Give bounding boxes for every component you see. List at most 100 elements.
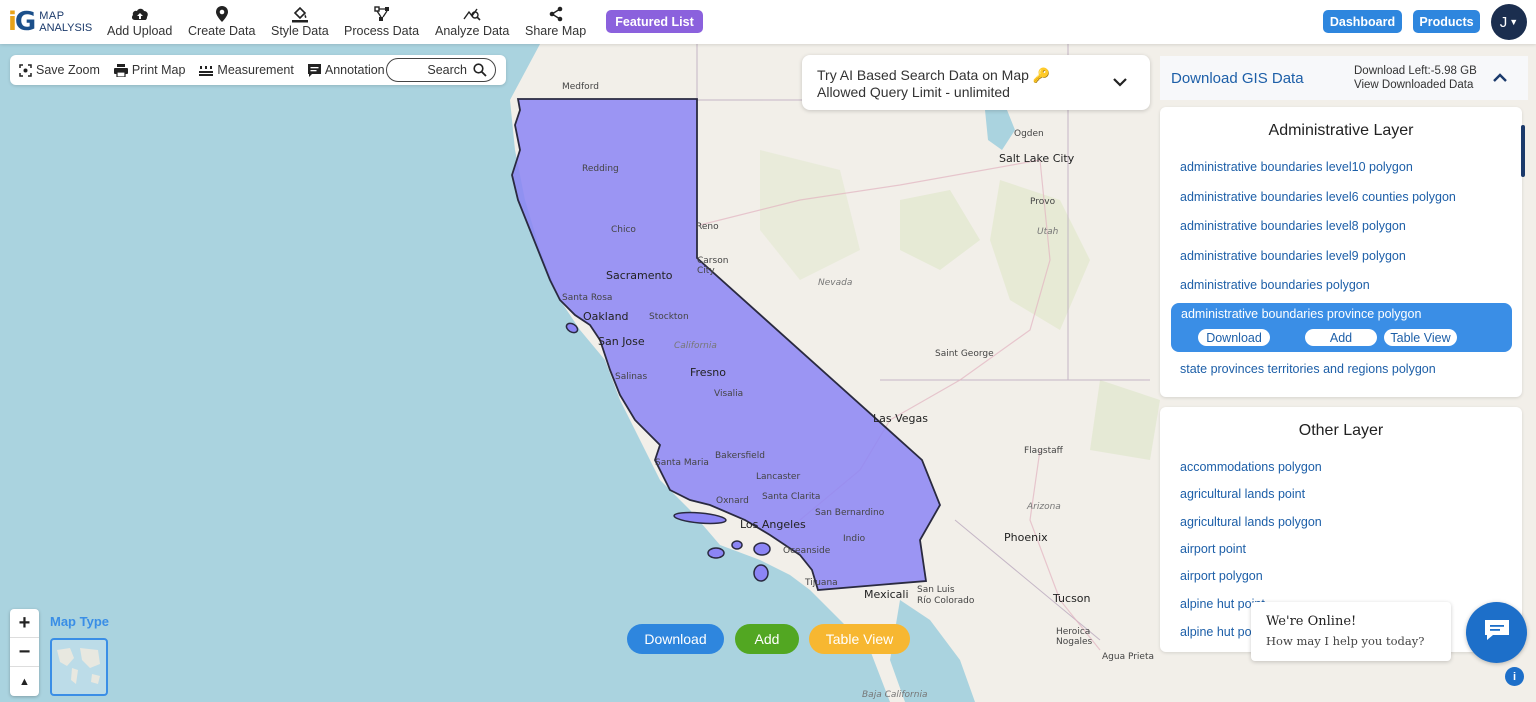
search-icon <box>473 63 487 80</box>
key-icon: 🔑 <box>1032 67 1051 83</box>
map-label-chico: Chico <box>611 225 636 235</box>
process-data-button[interactable]: Process Data <box>344 5 419 38</box>
map-label-indio: Indio <box>843 534 866 544</box>
cloud-upload-icon <box>131 5 149 23</box>
download-button[interactable]: Download <box>627 624 724 654</box>
map-label-utah: Utah <box>1037 227 1059 237</box>
measurement-label: Measurement <box>217 63 294 77</box>
app-logo[interactable]: iG MAP ANALYSIS <box>8 6 92 38</box>
zoom-out-button[interactable]: − <box>10 638 39 667</box>
products-button[interactable]: Products <box>1413 10 1480 33</box>
chat-title: We're Online! <box>1266 614 1357 629</box>
ai-search-title: Try AI Based Search Data on Map 🔑 <box>817 67 1051 83</box>
map-type-thumbnail[interactable] <box>50 638 108 696</box>
panel-header: Download GIS Data Download Left:-5.98 GB… <box>1160 56 1528 100</box>
view-downloaded-link[interactable]: View Downloaded Data <box>1354 78 1477 92</box>
create-data-button[interactable]: Create Data <box>188 5 255 38</box>
map-label-fresno: Fresno <box>690 366 727 379</box>
administrative-layer-title: Administrative Layer <box>1268 122 1414 139</box>
layer-item[interactable]: accommodations polygon <box>1180 460 1322 474</box>
layer-item[interactable]: agricultural lands polygon <box>1180 515 1322 529</box>
paint-bucket-icon <box>291 5 309 23</box>
user-avatar[interactable]: J ▼ <box>1491 4 1527 40</box>
analyze-chart-icon <box>463 5 481 23</box>
layer-item[interactable]: airport point <box>1180 542 1246 556</box>
featured-list-button[interactable]: Featured List <box>606 10 703 33</box>
measurement-button[interactable]: Measurement <box>199 63 294 77</box>
map-label-provo: Provo <box>1030 197 1056 207</box>
add-upload-label: Add Upload <box>107 24 173 38</box>
layer-item[interactable]: administrative boundaries level10 polygo… <box>1180 160 1413 174</box>
map-label-arizona: Arizona <box>1027 502 1061 512</box>
layer-item[interactable]: administrative boundaries level8 polygon <box>1180 219 1406 233</box>
map-label-california: California <box>674 341 717 351</box>
top-navigation-bar: iG MAP ANALYSIS Add Upload Create Data S… <box>0 0 1536 44</box>
other-layer-title: Other Layer <box>1298 422 1384 439</box>
layer-item[interactable]: agricultural lands point <box>1180 487 1305 501</box>
layer-item[interactable]: state provinces territories and regions … <box>1180 362 1436 376</box>
map-label-stockton: Stockton <box>649 312 689 322</box>
map-label-carson-city: Carson City <box>697 256 729 276</box>
chat-launcher-button[interactable] <box>1466 602 1527 663</box>
map-label-oceanside: Oceanside <box>783 546 831 556</box>
share-map-button[interactable]: Share Map <box>525 5 586 38</box>
analyze-data-button[interactable]: Analyze Data <box>435 5 509 38</box>
map-label-mexicali: Mexicali <box>864 588 909 601</box>
dashboard-button[interactable]: Dashboard <box>1323 10 1402 33</box>
layer-table-view-button[interactable]: Table View <box>1384 329 1457 346</box>
ai-search-panel[interactable]: Try AI Based Search Data on Map 🔑 Allowe… <box>802 55 1150 110</box>
save-zoom-label: Save Zoom <box>36 63 100 77</box>
chevron-down-icon[interactable] <box>1112 74 1128 92</box>
map-tools-bar: Save Zoom Print Map Measurement Annotati… <box>10 55 506 85</box>
table-view-button[interactable]: Table View <box>809 624 910 654</box>
info-icon[interactable]: i <box>1505 667 1524 686</box>
compass-reset-icon[interactable]: ▲ <box>10 667 39 696</box>
save-zoom-button[interactable]: Save Zoom <box>19 63 100 77</box>
search-label: Search <box>427 63 467 77</box>
ruler-icon <box>199 64 214 76</box>
download-left-text: Download Left:-5.98 GB <box>1354 65 1477 77</box>
selected-layer-item[interactable]: administrative boundaries province polyg… <box>1171 303 1512 352</box>
map-label-flagstaff: Flagstaff <box>1024 446 1063 456</box>
map-label-lancaster: Lancaster <box>756 472 801 482</box>
map-label-san-bernardino: San Bernardino <box>815 508 885 518</box>
annotation-button[interactable]: Annotation <box>307 63 385 77</box>
map-label-visalia: Visalia <box>714 389 744 399</box>
layer-add-button[interactable]: Add <box>1305 329 1377 346</box>
share-icon <box>548 5 564 23</box>
style-data-label: Style Data <box>271 24 329 38</box>
logo-line1: MAP <box>39 10 65 22</box>
layer-download-button[interactable]: Download <box>1198 329 1270 346</box>
map-label-saint-george: Saint George <box>935 349 994 359</box>
annotation-icon <box>307 63 321 77</box>
query-limit-text: Allowed Query Limit - unlimited <box>817 84 1010 100</box>
map-search-box[interactable]: Search <box>386 58 496 82</box>
print-map-button[interactable]: Print Map <box>113 63 185 77</box>
panel-title[interactable]: Download GIS Data <box>1171 70 1304 87</box>
map-label-santa-maria: Santa Maria <box>655 458 709 468</box>
add-upload-button[interactable]: Add Upload <box>107 5 172 38</box>
map-label-medford: Medford <box>562 82 599 92</box>
add-button[interactable]: Add <box>735 624 799 654</box>
share-map-label: Share Map <box>525 24 587 38</box>
layer-item[interactable]: administrative boundaries level9 polygon <box>1180 249 1406 263</box>
map-label-tijuana: Tijuana <box>805 578 838 588</box>
map-label-phoenix: Phoenix <box>1004 531 1048 544</box>
layer-item[interactable]: administrative boundaries level6 countie… <box>1180 190 1456 204</box>
layer-item[interactable]: administrative boundaries polygon <box>1180 278 1370 292</box>
zoom-in-button[interactable]: + <box>10 609 39 638</box>
chevron-down-icon: ▼ <box>1509 17 1519 27</box>
map-label-reno: Reno <box>696 222 719 232</box>
process-data-label: Process Data <box>344 24 420 38</box>
map-label-santa-rosa: Santa Rosa <box>562 293 613 303</box>
panel-scrollbar[interactable] <box>1521 125 1525 177</box>
map-type-label: Map Type <box>50 614 109 629</box>
map-label-san-jose: San Jose <box>598 335 645 348</box>
style-data-button[interactable]: Style Data <box>271 5 329 38</box>
selected-layer-label: administrative boundaries province polyg… <box>1181 307 1422 321</box>
map-label-baja-california: Baja California <box>862 690 928 700</box>
chat-popup[interactable]: We're Online! How may I help you today? <box>1251 602 1451 661</box>
focus-icon <box>19 63 32 77</box>
layer-item[interactable]: airport polygon <box>1180 569 1263 583</box>
chevron-up-icon[interactable] <box>1492 70 1508 88</box>
